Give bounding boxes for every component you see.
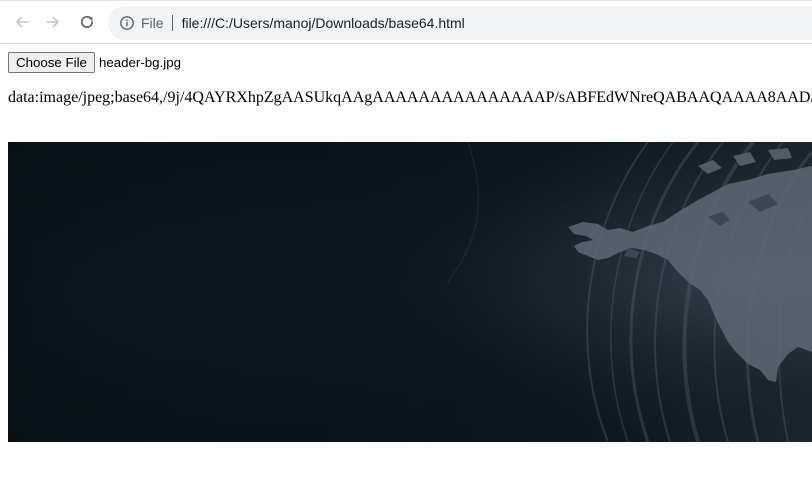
choose-file-button[interactable]: Choose File [8,52,95,73]
selected-file-name: header-bg.jpg [98,55,182,70]
scheme-label: File [141,15,164,31]
preview-image [8,142,812,442]
url-text[interactable]: file:///C:/Users/manoj/Downloads/base64.… [182,15,465,31]
arrow-right-icon [46,16,59,28]
reload-button[interactable] [76,11,98,33]
back-button[interactable] [11,11,33,33]
reload-icon [80,15,94,28]
browser-toolbar: File file:///C:/Users/manoj/Downloads/ba… [0,0,812,44]
address-bar[interactable]: File file:///C:/Users/manoj/Downloads/ba… [108,6,812,40]
scheme-divider [171,15,173,31]
base64-output-text: data:image/jpeg;base64,/9j/4QAYRXhpZgAAS… [8,89,812,106]
file-input[interactable]: Choose File header-bg.jpg [8,52,181,73]
world-map-image [8,142,812,442]
forward-button[interactable] [42,11,64,33]
info-circle-icon[interactable] [119,15,135,31]
arrow-left-icon [16,16,29,28]
